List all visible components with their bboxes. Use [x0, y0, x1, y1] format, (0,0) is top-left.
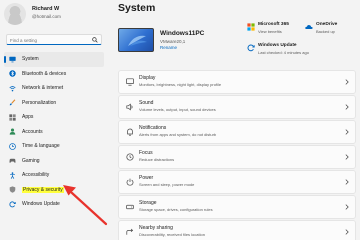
quick-link-subtitle: Last checked: 4 minutes ago: [258, 49, 309, 55]
sidebar: Richard W @hotmail.com System Bluetooth …: [0, 0, 108, 240]
user-profile[interactable]: Richard W @hotmail.com: [4, 3, 104, 25]
sidebar-item-apps[interactable]: Apps: [4, 110, 104, 125]
sidebar-item-network[interactable]: Network & internet: [4, 81, 104, 96]
storage-icon: [126, 204, 134, 210]
card-notifications[interactable]: Notifications Alerts from apps and syste…: [118, 120, 356, 144]
sidebar-item-label: Accessibility: [22, 172, 50, 179]
sidebar-item-time-language[interactable]: Time & language: [4, 139, 104, 154]
card-subtitle: Alerts from apps and system, do not dist…: [139, 131, 217, 137]
quick-link-onedrive[interactable]: OneDrive Backed up: [305, 22, 360, 42]
shield-icon: [9, 186, 16, 193]
sidebar-item-privacy-security[interactable]: Privacy & security: [4, 183, 104, 198]
sidebar-item-accessibility[interactable]: Accessibility: [4, 168, 104, 183]
card-focus[interactable]: Focus Reduce distractions: [118, 145, 356, 169]
sidebar-item-label: Windows Update: [22, 201, 60, 208]
avatar: [4, 3, 26, 25]
bluetooth-icon: [9, 70, 16, 77]
main-content: System Windows11PC VMware20,1 Rename Mic…: [108, 0, 360, 240]
bell-icon: [127, 128, 133, 136]
onedrive-icon: [305, 25, 313, 29]
quick-link-title: Windows Update: [258, 43, 297, 48]
share-icon: [126, 228, 134, 235]
page-title: System: [118, 2, 156, 14]
display-icon: [126, 78, 134, 86]
chevron-right-icon: [345, 104, 349, 110]
search-icon[interactable]: [92, 37, 98, 43]
chevron-right-icon: [345, 129, 349, 135]
sidebar-item-label: System: [22, 56, 39, 63]
monitor-icon: [9, 56, 16, 63]
quick-link-subtitle: View benefits: [258, 28, 282, 34]
chevron-right-icon: [345, 229, 349, 235]
microsoft-365-icon: [247, 23, 255, 31]
sidebar-item-gaming[interactable]: Gaming: [4, 154, 104, 169]
focus-icon: [126, 153, 134, 161]
power-icon: [126, 178, 134, 186]
card-title: Nearby sharing: [139, 225, 173, 231]
sidebar-item-system[interactable]: System: [4, 52, 104, 67]
sidebar-item-label: Bluetooth & devices: [22, 70, 67, 77]
profile-email: @hotmail.com: [32, 14, 61, 19]
sidebar-item-label: Network & internet: [22, 85, 64, 92]
card-subtitle: Discoverability, received files location: [139, 231, 205, 237]
windows-bloom-icon: [128, 35, 147, 46]
device-image: [118, 28, 154, 52]
quick-link-windows-update[interactable]: Windows Update Last checked: 4 minutes a…: [247, 43, 347, 63]
sidebar-item-label: Privacy & security: [22, 186, 64, 193]
speaker-icon: [126, 103, 133, 111]
settings-list: Display Monitors, brightness, night ligh…: [118, 70, 356, 240]
card-subtitle: Reduce distractions: [139, 156, 175, 162]
brush-icon: [9, 99, 16, 106]
card-title: Sound: [139, 100, 154, 106]
globe-clock-icon: [9, 142, 16, 150]
device-model: VMware20,1: [160, 39, 186, 44]
chevron-right-icon: [345, 179, 349, 185]
sidebar-nav: System Bluetooth & devices Network & int…: [4, 52, 104, 212]
device-name: Windows11PC: [160, 30, 205, 37]
sidebar-item-label: Time & language: [22, 143, 60, 150]
accessibility-icon: [10, 172, 15, 179]
sidebar-item-windows-update[interactable]: Windows Update: [4, 197, 104, 212]
device-info: Windows11PC VMware20,1 Rename: [118, 26, 243, 60]
quick-link-title: Microsoft 365: [258, 22, 289, 27]
apps-icon: [9, 114, 16, 121]
card-display[interactable]: Display Monitors, brightness, night ligh…: [118, 70, 356, 94]
chevron-right-icon: [345, 204, 349, 210]
sidebar-item-bluetooth[interactable]: Bluetooth & devices: [4, 67, 104, 82]
controller-icon: [9, 159, 16, 163]
wifi-icon: [9, 85, 16, 92]
card-subtitle: Volume levels, output, input, sound devi…: [139, 106, 216, 112]
card-title: Power: [139, 175, 154, 181]
rename-link[interactable]: Rename: [160, 45, 177, 50]
card-sound[interactable]: Sound Volume levels, output, input, soun…: [118, 95, 356, 119]
search-input[interactable]: [10, 36, 88, 44]
card-title: Storage: [139, 200, 157, 206]
card-subtitle: Monitors, brightness, night light, displ…: [139, 81, 222, 87]
card-title: Focus: [139, 150, 153, 156]
card-title: Display: [139, 75, 156, 81]
chevron-right-icon: [345, 154, 349, 160]
sidebar-item-label: Accounts: [22, 128, 43, 135]
quick-link-subtitle: Backed up: [316, 28, 335, 34]
sidebar-item-label: Gaming: [22, 157, 40, 164]
search-box[interactable]: [6, 34, 102, 45]
sidebar-item-accounts[interactable]: Accounts: [4, 125, 104, 140]
profile-name: Richard W: [32, 6, 60, 12]
sidebar-item-label: Personalization: [22, 99, 57, 106]
quick-link-title: OneDrive: [316, 22, 338, 27]
update-icon: [9, 201, 16, 208]
card-title: Notifications: [139, 125, 167, 131]
person-icon: [9, 128, 16, 135]
card-subtitle: Screen and sleep, power mode: [139, 181, 195, 187]
card-nearby-sharing[interactable]: Nearby sharing Discoverability, received…: [118, 220, 356, 240]
update-icon: [247, 44, 255, 52]
sidebar-item-label: Apps: [22, 114, 34, 121]
card-storage[interactable]: Storage Storage space, drives, configura…: [118, 195, 356, 219]
card-power[interactable]: Power Screen and sleep, power mode: [118, 170, 356, 194]
chevron-right-icon: [345, 79, 349, 85]
card-subtitle: Storage space, drives, configuration rul…: [139, 206, 213, 212]
sidebar-item-personalization[interactable]: Personalization: [4, 96, 104, 111]
